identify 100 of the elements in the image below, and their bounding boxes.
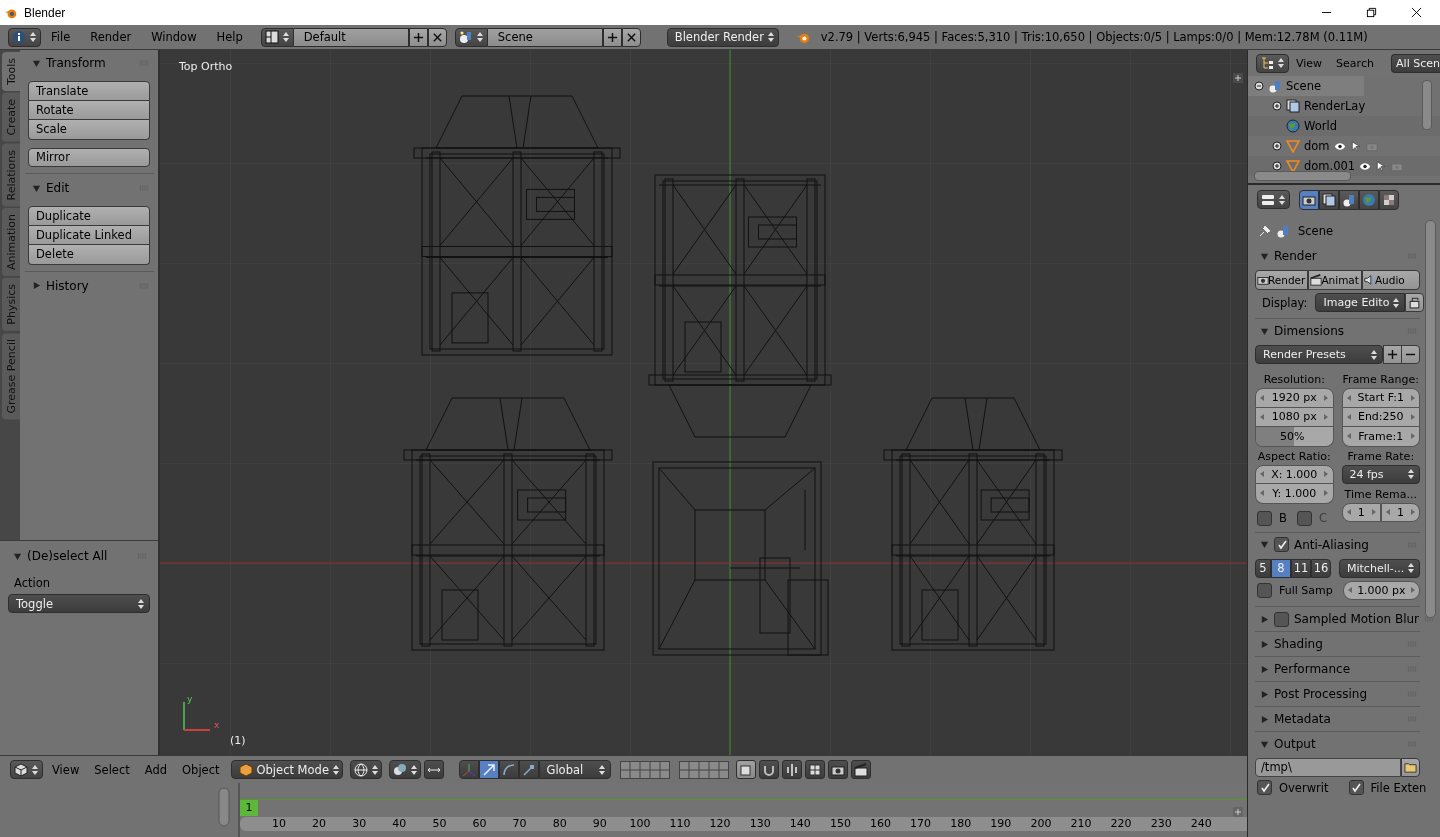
checkbox[interactable] [1257,780,1272,795]
filter-dropdown[interactable]: Mitchell-... [1339,558,1421,578]
render-presets-dropdown[interactable]: Render Presets [1255,345,1383,364]
tool-button[interactable]: Duplicate [28,206,150,226]
disclosure-triangle-icon[interactable] [1260,664,1269,674]
disclosure-triangle-icon[interactable] [1260,739,1269,749]
clapperboard-icon[interactable] [850,760,871,779]
collapse-toggle-icon[interactable] [1254,81,1264,91]
add-button[interactable] [1383,345,1402,364]
disclosure-triangle-icon[interactable] [1260,540,1269,549]
scene-name-field[interactable]: Scene [487,27,603,47]
left-arrow-icon[interactable] [1347,587,1352,594]
disclosure-triangle-icon[interactable] [1260,714,1269,724]
render-button[interactable]: Animat [1308,270,1362,290]
globe-icon[interactable] [1359,189,1379,210]
tool-button[interactable]: Delete [28,245,150,265]
output-path-field[interactable]: /tmp\ [1255,758,1401,777]
panel-title[interactable]: Dimensions [1274,324,1345,338]
scene-selector-button[interactable] [454,27,488,47]
menu-item[interactable]: Search [1329,56,1381,70]
scene-icon[interactable] [1339,189,1359,210]
magnet-icon[interactable] [758,760,779,779]
right-arrow-icon[interactable] [1411,509,1415,516]
left-arrow-icon[interactable] [1385,509,1390,516]
eye-icon[interactable] [1333,140,1346,152]
number-field[interactable]: Start F:1 [1341,388,1420,408]
camera-icon[interactable] [827,760,848,779]
panel-title[interactable]: Metadata [1274,712,1331,726]
tool-tab[interactable]: Animation [2,208,20,277]
cursor-icon[interactable] [1349,140,1362,152]
scrollbar[interactable] [218,787,230,827]
panel-title[interactable]: Edit [46,181,70,195]
number-field[interactable]: Y: 1.000 [1255,484,1334,504]
number-field[interactable]: 1920 px [1255,388,1334,408]
close-button[interactable] [621,27,641,47]
right-arrow-icon[interactable] [1411,413,1415,420]
left-arrow-icon[interactable] [1260,413,1264,420]
panel-title[interactable]: Sampled Motion Blur [1294,612,1420,626]
right-arrow-icon[interactable] [1371,509,1376,516]
left-arrow-icon[interactable] [1346,413,1351,420]
disclosure-triangle-icon[interactable] [32,183,41,193]
sample-count-option[interactable]: 16 [1311,558,1331,578]
close-icon[interactable] [1411,7,1422,18]
expand-toggle-icon[interactable] [1272,101,1282,111]
menu-item[interactable]: View [1289,56,1330,70]
menu-item[interactable]: Render [80,30,142,44]
tool-tab[interactable]: Create [2,93,20,142]
tool-tab[interactable]: Tools [2,52,20,92]
menu-item[interactable]: View [46,762,86,777]
left-arrow-icon[interactable] [1260,471,1264,478]
pivot-dropdown[interactable] [388,760,421,779]
sample-count-option[interactable]: 5 [1255,558,1271,578]
expand-toggle-icon[interactable] [1272,161,1282,171]
layer-grid-icon[interactable] [678,760,729,779]
checkbox-label[interactable]: Overwrit [1279,780,1329,795]
panel-title[interactable]: Performance [1274,662,1351,676]
maximize-icon[interactable] [1366,7,1377,18]
disclosure-triangle-icon[interactable] [32,281,41,290]
tree-item[interactable]: dom [1304,139,1330,153]
tool-button[interactable]: Translate [28,81,150,101]
mode-dropdown[interactable]: Object Mode [230,760,343,779]
tree-item[interactable]: World [1304,119,1337,133]
render-button[interactable]: Render [1255,270,1309,290]
menu-item[interactable]: Help [206,30,253,44]
editor-type-button[interactable] [10,760,43,779]
number-field[interactable]: Frame:1 [1341,427,1420,447]
panel-title[interactable]: Render [1274,249,1317,263]
right-arrow-icon[interactable] [1411,433,1415,440]
menu-item[interactable]: Window [141,30,207,44]
current-frame-marker[interactable]: 1 [240,800,258,816]
panel-title[interactable]: (De)select All [27,549,108,563]
image-stack-icon[interactable] [1319,189,1339,210]
add-icon[interactable] [1233,73,1243,83]
tool-button[interactable]: Mirror [28,147,150,167]
cursor-icon[interactable] [1375,160,1388,172]
tool-button[interactable]: Duplicate Linked [28,225,150,245]
right-arrow-icon[interactable] [1411,394,1415,401]
frame-ruler[interactable]: 10 20 30 40 50 60 70 80 90 100 110 120 130 140 150 160 170 180 190 200 210 220 230 240 [240,817,1247,831]
panel-title[interactable]: Anti-Aliasing [1294,537,1369,552]
checkbox[interactable] [1274,537,1289,552]
editor-type-button[interactable] [1257,190,1290,209]
scrollbar[interactable] [1254,171,1351,181]
layer-grid-icon[interactable] [619,760,670,779]
camera-icon[interactable] [1299,189,1319,210]
sample-count-option[interactable]: 8 [1271,558,1291,578]
editor-type-button[interactable] [1256,53,1289,73]
action-dropdown[interactable]: Toggle [8,594,150,613]
disclosure-triangle-icon[interactable] [1260,639,1269,649]
number-field[interactable]: 1 [1341,502,1381,522]
layout-name-field[interactable]: Default [293,27,409,47]
checkbox-label[interactable]: File Exten [1370,780,1427,795]
right-arrow-icon[interactable] [1324,490,1329,497]
menu-item[interactable]: Select [88,762,136,777]
right-arrow-icon[interactable] [1324,413,1329,420]
display-dropdown[interactable]: Image Edito [1315,293,1406,312]
tool-button[interactable]: Scale [28,120,150,140]
render-engine-dropdown[interactable]: Blender Render [666,27,779,47]
add-button[interactable] [602,27,622,47]
right-arrow-icon[interactable] [1324,471,1329,478]
checkbox[interactable] [1257,582,1272,598]
